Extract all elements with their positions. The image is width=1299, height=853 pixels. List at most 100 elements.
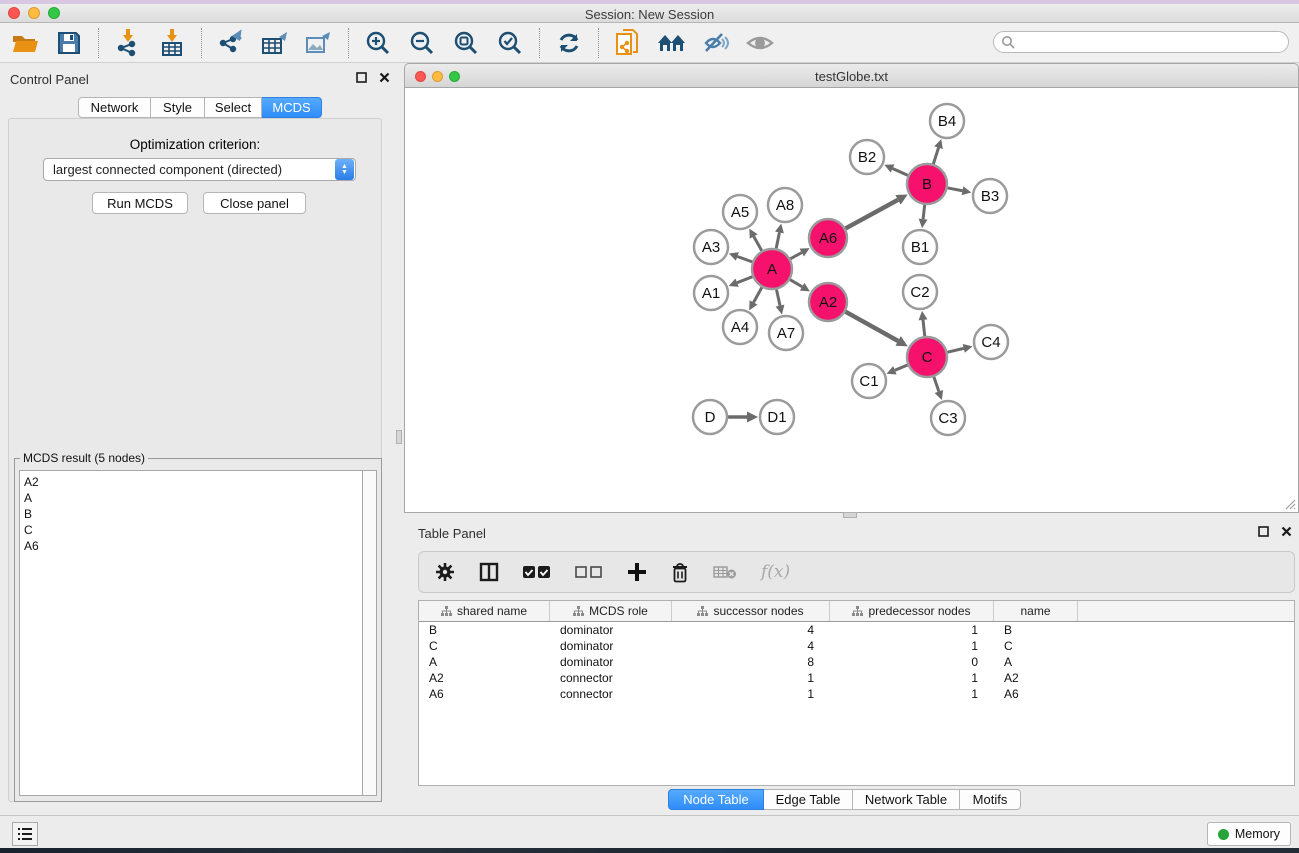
tab-mcds[interactable]: MCDS	[262, 97, 322, 118]
graph-edge-A-A2[interactable]	[790, 280, 802, 287]
result-item[interactable]: A	[24, 490, 364, 506]
select-all-icon[interactable]	[523, 565, 551, 579]
column-header-name[interactable]: name	[994, 601, 1078, 621]
tab-node-table[interactable]: Node Table	[668, 789, 764, 810]
graph-node-A5[interactable]: A5	[723, 195, 757, 229]
graph-edge-B-B1[interactable]	[923, 205, 925, 219]
graph-edge-A-A3[interactable]	[737, 256, 752, 261]
graph-node-B4[interactable]: B4	[930, 104, 964, 138]
result-item[interactable]: A2	[24, 474, 364, 490]
delete-table-icon[interactable]	[713, 564, 737, 580]
zoom-fit-icon[interactable]	[451, 28, 481, 58]
column-header-MCDS-role[interactable]: MCDS role	[550, 601, 672, 621]
table-row[interactable]: Adominator80A	[419, 654, 1294, 670]
zoom-in-icon[interactable]	[363, 28, 393, 58]
network-canvas[interactable]: A A1 A3A5 A8 A4 A7 A6 A2 B B1 B2 B3 B4 C C1 C2 C3 C4 D D1	[404, 88, 1299, 513]
table-row[interactable]: Bdominator41B	[419, 622, 1294, 638]
result-item[interactable]: C	[24, 522, 364, 538]
tab-network-table[interactable]: Network Table	[853, 789, 960, 810]
graph-node-A6[interactable]: A6	[809, 219, 847, 257]
tab-motifs[interactable]: Motifs	[960, 789, 1021, 810]
show-panels-button[interactable]	[12, 822, 38, 846]
close-table-panel-icon[interactable]	[1281, 526, 1292, 537]
memory-button[interactable]: Memory	[1207, 822, 1291, 846]
import-table-icon[interactable]	[157, 28, 187, 58]
export-image-icon[interactable]	[304, 28, 334, 58]
graph-edge-A-A7[interactable]	[776, 290, 780, 306]
export-network-icon[interactable]	[216, 28, 246, 58]
graph-edge-A-A8[interactable]	[776, 232, 779, 248]
deselect-all-icon[interactable]	[575, 565, 603, 579]
graph-node-C1[interactable]: C1	[852, 364, 886, 398]
graph-node-C[interactable]: C	[907, 337, 947, 377]
export-table-icon[interactable]	[260, 28, 290, 58]
close-panel-button[interactable]: Close panel	[203, 192, 306, 214]
column-header-predecessor-nodes[interactable]: predecessor nodes	[830, 601, 994, 621]
graph-node-A4[interactable]: A4	[723, 310, 757, 344]
graph-edge-A-A1[interactable]	[737, 277, 752, 283]
open-file-icon[interactable]	[10, 28, 40, 58]
mcds-result-list[interactable]: A2ABCA6	[19, 470, 364, 796]
graph-edge-A-A4[interactable]	[754, 287, 762, 302]
graph-node-C3[interactable]: C3	[931, 401, 965, 435]
column-header-successor-nodes[interactable]: successor nodes	[672, 601, 830, 621]
graph-node-D1[interactable]: D1	[760, 400, 794, 434]
graph-edge-B-B4[interactable]	[933, 148, 938, 164]
split-handle-vertical[interactable]	[396, 430, 402, 444]
tab-network[interactable]: Network	[78, 97, 151, 118]
graph-node-A3[interactable]: A3	[694, 230, 728, 264]
table-row[interactable]: A2connector11A2	[419, 670, 1294, 686]
graph-edge-A2-C[interactable]	[845, 312, 898, 341]
zoom-out-icon[interactable]	[407, 28, 437, 58]
hide-graphics-icon[interactable]	[701, 28, 731, 58]
graph-edge-C-C1[interactable]	[895, 365, 908, 370]
graph-node-A7[interactable]: A7	[769, 316, 803, 350]
result-item[interactable]: B	[24, 506, 364, 522]
column-selector-icon[interactable]	[479, 562, 499, 582]
graph-edge-C-C4[interactable]	[947, 348, 963, 352]
graph-node-B2[interactable]: B2	[850, 140, 884, 174]
graph-node-B3[interactable]: B3	[973, 179, 1007, 213]
refresh-layout-icon[interactable]	[554, 28, 584, 58]
table-row[interactable]: A6connector11A6	[419, 686, 1294, 702]
graph-node-D[interactable]: D	[693, 400, 727, 434]
graph-edge-C-C3[interactable]	[934, 377, 939, 392]
run-mcds-button[interactable]: Run MCDS	[92, 192, 188, 214]
graph-node-A8[interactable]: A8	[768, 188, 802, 222]
criterion-select[interactable]: largest connected component (directed) ▲…	[43, 158, 356, 181]
graph-edge-A-A5[interactable]	[754, 236, 762, 250]
resize-grip[interactable]	[1284, 498, 1296, 510]
search-input[interactable]	[993, 31, 1289, 53]
tab-edge-table[interactable]: Edge Table	[764, 789, 853, 810]
graph-node-C2[interactable]: C2	[903, 275, 937, 309]
tab-style[interactable]: Style	[151, 97, 205, 118]
float-panel-icon[interactable]	[356, 72, 367, 83]
gear-icon[interactable]	[435, 562, 455, 582]
save-session-icon[interactable]	[54, 28, 84, 58]
tab-select[interactable]: Select	[205, 97, 262, 118]
show-graphics-icon[interactable]	[745, 28, 775, 58]
column-header-shared-name[interactable]: shared name	[419, 601, 550, 621]
table-row[interactable]: Cdominator41C	[419, 638, 1294, 654]
add-column-icon[interactable]	[627, 562, 647, 582]
graph-node-C4[interactable]: C4	[974, 325, 1008, 359]
network-graph[interactable]: A A1 A3A5 A8 A4 A7 A6 A2 B B1 B2 B3 B4 C C1 C2 C3 C4 D D1	[405, 88, 1298, 511]
home-icon[interactable]	[657, 28, 687, 58]
graph-node-A2[interactable]: A2	[809, 283, 847, 321]
graph-node-A1[interactable]: A1	[694, 276, 728, 310]
graph-edge-A-A6[interactable]	[790, 253, 801, 259]
clone-network-icon[interactable]	[613, 28, 643, 58]
graph-edge-A6-B[interactable]	[846, 200, 898, 229]
zoom-selected-icon[interactable]	[495, 28, 525, 58]
delete-icon[interactable]	[671, 562, 689, 583]
result-item[interactable]: A6	[24, 538, 364, 554]
graph-node-B1[interactable]: B1	[903, 230, 937, 264]
result-list-scrollbar[interactable]	[362, 470, 377, 796]
import-network-icon[interactable]	[113, 28, 143, 58]
graph-node-A[interactable]: A	[752, 249, 792, 289]
float-table-panel-icon[interactable]	[1258, 526, 1269, 537]
split-handle-horizontal[interactable]	[843, 512, 857, 518]
network-window-titlebar[interactable]: testGlobe.txt	[404, 63, 1299, 88]
close-panel-icon[interactable]	[379, 72, 390, 83]
graph-node-B[interactable]: B	[907, 164, 947, 204]
